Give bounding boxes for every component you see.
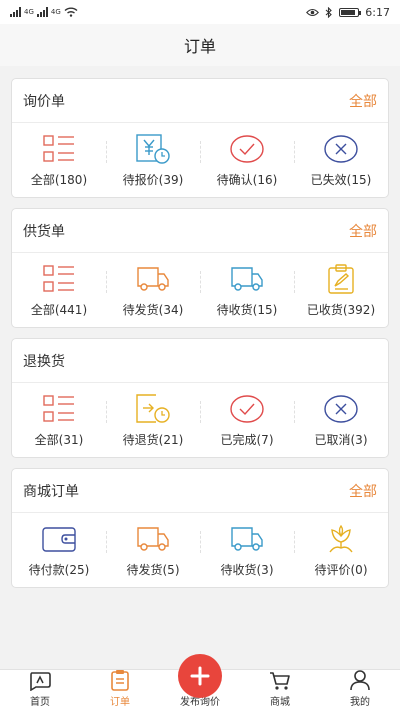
cart-icon	[269, 670, 291, 691]
tab-mall[interactable]: 商城	[240, 670, 320, 711]
user-icon	[349, 669, 371, 691]
order-status-item[interactable]: 已完成(7)	[200, 383, 294, 457]
order-status-item[interactable]: 待退货(21)	[106, 383, 200, 457]
item-label: 待发货(34)	[122, 302, 184, 317]
tab-home[interactable]: 首页	[0, 670, 80, 711]
truck-icon	[230, 523, 264, 555]
section-inquiry: 询价单 全部 全部(180) 待报价(39) 待确认(16) 已失效(15)	[11, 78, 389, 198]
section-mall-orders: 商城订单 全部 待付款(25) 待发货(5) 待收货(3) 待评价(0)	[11, 468, 389, 588]
item-label: 待收货(3)	[220, 562, 274, 577]
item-label: 全部(31)	[34, 432, 84, 447]
order-status-item[interactable]: 已失效(15)	[294, 123, 388, 197]
flower-icon	[324, 523, 358, 555]
section-returns: 退换货 全部(31) 待退货(21) 已完成(7) 已取消(3)	[11, 338, 389, 458]
page-title: 订单	[183, 37, 216, 56]
home-icon	[29, 670, 51, 691]
order-status-item[interactable]: 待收货(15)	[200, 253, 294, 327]
tab-label: 我的	[350, 697, 370, 708]
section-header: 供货单 全部	[12, 209, 388, 253]
order-icon	[109, 669, 131, 691]
order-status-item[interactable]: 待报价(39)	[106, 123, 200, 197]
wallet-icon	[42, 523, 76, 555]
item-label: 待退货(21)	[122, 432, 184, 447]
clipboard-icon	[324, 263, 358, 295]
tab-label: 订单	[110, 697, 130, 708]
order-sections: 询价单 全部 全部(180) 待报价(39) 待确认(16) 已失效(15) 供…	[0, 66, 400, 588]
check-circle-icon	[230, 133, 264, 165]
check-circle-icon	[230, 393, 264, 425]
section-items: 全部(441) 待发货(34) 待收货(15) 已收货(392)	[12, 253, 388, 327]
bluetooth-icon	[325, 6, 333, 18]
tab-orders[interactable]: 订单	[80, 670, 160, 711]
item-label: 待确认(16)	[216, 172, 278, 187]
list-icon	[42, 393, 76, 425]
order-status-item[interactable]: 待确认(16)	[200, 123, 294, 197]
clock: 6:17	[365, 5, 390, 19]
section-items: 待付款(25) 待发货(5) 待收货(3) 待评价(0)	[12, 513, 388, 587]
signal-icon	[10, 7, 21, 17]
section-supply: 供货单 全部 全部(441) 待发货(34) 待收货(15) 已收货(392)	[11, 208, 389, 328]
battery-icon	[339, 7, 362, 17]
x-circle-icon	[324, 393, 358, 425]
eye-icon	[306, 8, 320, 16]
list-icon	[42, 133, 76, 165]
view-all-link[interactable]: 全部	[349, 91, 377, 111]
bottom-tab-bar: 首页 订单 发布询价 商城 我的	[0, 654, 400, 711]
item-label: 待发货(5)	[126, 562, 180, 577]
order-status-item[interactable]: 全部(180)	[12, 123, 106, 197]
return-clock-icon	[136, 393, 170, 425]
network-type-2: 4G	[50, 7, 61, 16]
order-status-item[interactable]: 待发货(5)	[106, 513, 200, 587]
item-label: 待评价(0)	[314, 562, 368, 577]
section-title: 退换货	[23, 353, 65, 370]
order-status-item[interactable]: 已收货(392)	[294, 253, 388, 327]
item-label: 已完成(7)	[220, 432, 274, 447]
tab-label: 商城	[270, 697, 290, 708]
section-items: 全部(180) 待报价(39) 待确认(16) 已失效(15)	[12, 123, 388, 197]
view-all-link[interactable]: 全部	[349, 221, 377, 241]
truck-icon	[136, 523, 170, 555]
truck-icon	[230, 263, 264, 295]
yen-clock-icon	[136, 133, 170, 165]
item-label: 待收货(15)	[216, 302, 278, 317]
view-all-link[interactable]: 全部	[349, 481, 377, 501]
item-label: 已收货(392)	[306, 302, 376, 317]
section-title: 供货单	[23, 223, 65, 240]
section-header: 退换货	[12, 339, 388, 383]
x-circle-icon	[324, 133, 358, 165]
section-header: 商城订单 全部	[12, 469, 388, 513]
order-status-item[interactable]: 已取消(3)	[294, 383, 388, 457]
section-items: 全部(31) 待退货(21) 已完成(7) 已取消(3)	[12, 383, 388, 457]
plus-icon[interactable]	[178, 654, 222, 698]
tab-mine[interactable]: 我的	[320, 670, 400, 711]
item-label: 待付款(25)	[28, 562, 90, 577]
order-status-item[interactable]: 待收货(3)	[200, 513, 294, 587]
order-status-item[interactable]: 待付款(25)	[12, 513, 106, 587]
section-header: 询价单 全部	[12, 79, 388, 123]
list-icon	[42, 263, 76, 295]
item-label: 已失效(15)	[310, 172, 372, 187]
item-label: 全部(180)	[30, 172, 88, 187]
tab-publish-inquiry[interactable]: 发布询价	[160, 654, 240, 711]
network-type-1: 4G	[24, 7, 34, 16]
truck-icon	[136, 263, 170, 295]
order-status-item[interactable]: 待发货(34)	[106, 253, 200, 327]
nav-bar: 订单	[0, 24, 400, 66]
signal-icon	[36, 7, 48, 17]
order-status-item[interactable]: 全部(441)	[12, 253, 106, 327]
item-label: 全部(441)	[30, 302, 88, 317]
tab-label: 首页	[30, 697, 50, 708]
section-title: 询价单	[23, 93, 65, 110]
section-title: 商城订单	[23, 483, 79, 500]
order-status-item[interactable]: 全部(31)	[12, 383, 106, 457]
item-label: 待报价(39)	[122, 172, 184, 187]
wifi-icon	[64, 7, 78, 17]
item-label: 已取消(3)	[314, 432, 368, 447]
order-status-item[interactable]: 待评价(0)	[294, 513, 388, 587]
status-bar: 4G 4G 6:17	[0, 0, 400, 24]
